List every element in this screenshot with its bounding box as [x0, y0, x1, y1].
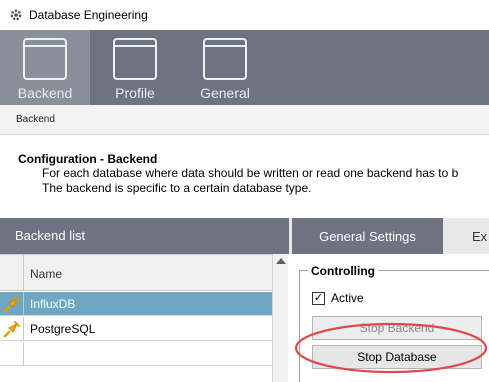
controlling-group-title: Controlling [308, 264, 378, 278]
gear-icon [9, 8, 23, 22]
window-icon [113, 38, 157, 80]
checkmark-icon: ✓ [312, 291, 325, 305]
stop-database-button[interactable]: Stop Database [312, 345, 482, 369]
column-header-name[interactable]: Name [30, 267, 62, 281]
breadcrumb: Backend [0, 105, 489, 135]
row-header [0, 342, 24, 366]
ribbon-profile-button[interactable]: Profile [90, 30, 180, 105]
active-checkbox-label: Active [331, 291, 364, 305]
window-icon [203, 38, 247, 80]
backend-grid: Name InfluxDB PostgreSQL [0, 254, 276, 382]
plug-icon [0, 317, 24, 341]
plug-icon [0, 292, 24, 316]
window-title: Database Engineering [29, 8, 148, 22]
ribbon-profile-label: Profile [115, 85, 155, 101]
active-checkbox[interactable]: ✓ Active [312, 291, 364, 305]
ribbon-backend-label: Backend [17, 85, 73, 101]
scroll-up-arrow-icon[interactable] [276, 258, 286, 264]
config-description: Configuration - Backend For each databas… [18, 152, 489, 196]
ribbon-general-label: General [200, 85, 250, 101]
ribbon-toolbar: Backend Profile General [0, 30, 489, 105]
tab-general-settings[interactable]: General Settings [292, 218, 443, 254]
table-row[interactable]: InfluxDB [0, 292, 272, 316]
breadcrumb-item[interactable]: Backend [16, 114, 55, 125]
backend-list-title: Backend list [15, 228, 86, 243]
config-title: Configuration - Backend [18, 152, 158, 166]
stop-backend-button[interactable]: Stop Backend [312, 316, 482, 340]
row-name-cell: PostgreSQL [30, 322, 96, 336]
backend-list-header: Backend list [0, 218, 289, 254]
ribbon-backend-button[interactable]: Backend [0, 30, 90, 105]
table-row[interactable]: PostgreSQL [0, 317, 272, 341]
config-text-line-2: The backend is specific to a certain dat… [42, 181, 312, 195]
table-row-empty[interactable] [0, 342, 272, 366]
row-header-corner [0, 255, 24, 291]
config-text-line-1: For each database where data should be w… [42, 166, 459, 180]
settings-tabs: General Settings Ex [289, 218, 489, 254]
grid-vertical-scrollbar[interactable] [272, 254, 288, 382]
tab-extended[interactable]: Ex [472, 218, 487, 254]
title-bar: Database Engineering [0, 0, 489, 30]
ribbon-general-button[interactable]: General [180, 30, 270, 105]
row-name-cell: InfluxDB [30, 297, 76, 311]
window-icon [23, 38, 67, 80]
grid-header: Name [0, 255, 272, 291]
